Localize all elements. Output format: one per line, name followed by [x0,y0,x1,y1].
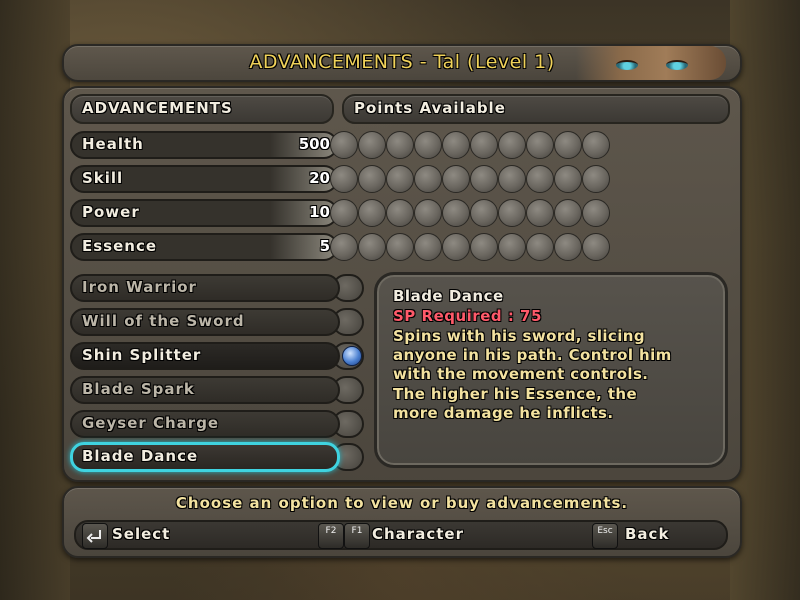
skill-item-geyser-charge[interactable]: Geyser Charge [70,410,364,438]
stat-slots-health [330,131,612,159]
stat-slot-orb [386,165,414,193]
stat-row-essence[interactable]: Essence 5 [70,233,338,261]
footer-hint: Choose an option to view or buy advancem… [175,494,629,512]
stat-slot-orb [582,233,610,261]
stat-slot-orb [526,131,554,159]
stat-slot-orb [414,131,442,159]
stat-row-health[interactable]: Health 500 [70,131,338,159]
stat-slot-orb [554,199,582,227]
skill-description-panel: Blade Dance SP Required : 75 Spins with … [374,272,728,468]
stat-slot-orb [330,233,358,261]
stat-value: 10 [309,203,330,221]
stat-name: Skill [82,169,124,187]
stat-slot-orb [358,131,386,159]
stat-slot-orb [554,233,582,261]
f2-key-icon: F2 [318,523,344,549]
enter-key-icon [82,523,108,549]
skill-name: Blade Spark [82,380,195,398]
section-header: ADVANCEMENTS [70,94,334,124]
stat-slot-orb [582,131,610,159]
stat-slot-orb [554,131,582,159]
section-header-label: ADVANCEMENTS [82,99,233,117]
esc-key-icon: Esc [592,523,618,549]
skill-description-text: Spins with his sword, slicing anyone in … [393,327,723,423]
title-bar: ADVANCEMENTS - Tal (Level 1) [62,44,742,82]
description-line: Spins with his sword, slicing [393,327,645,345]
stat-name: Health [82,135,144,153]
action-bar: Select F2 F1 Character Esc Back [74,520,728,550]
stat-slot-orb [358,233,386,261]
stat-slot-orb [386,131,414,159]
character-action[interactable]: Character [372,525,464,543]
points-available-header: Points Available [342,94,730,124]
skill-item-iron-warrior[interactable]: Iron Warrior [70,274,364,302]
stat-slot-orb [470,233,498,261]
stat-slot-orb [498,131,526,159]
skill-item-will-of-the-sword[interactable]: Will of the Sword [70,308,364,336]
stat-slot-orb [554,165,582,193]
stat-slot-orb [414,199,442,227]
stat-slot-orb [442,199,470,227]
stat-slot-orb [470,199,498,227]
stat-slot-orb [582,199,610,227]
description-line: anyone in his path. Control him [393,346,672,365]
stat-slot-orb [498,199,526,227]
stat-slot-orb [526,165,554,193]
stat-slot-orb [526,199,554,227]
skill-item-blade-spark[interactable]: Blade Spark [70,376,364,404]
stat-slot-orb [470,131,498,159]
stat-slot-orb [386,233,414,261]
stat-slot-orb [498,233,526,261]
skill-name: Shin Splitter [82,346,202,364]
stat-slot-orb [414,233,442,261]
stat-slot-orb [386,199,414,227]
enter-arrow-icon [86,530,101,543]
stat-slot-orb [442,233,470,261]
sp-required: SP Required : 75 [393,307,542,325]
stat-slot-orb [330,131,358,159]
stat-slot-orb [330,199,358,227]
stat-slots-power [330,199,612,227]
stat-slot-orb [330,165,358,193]
stat-slot-orb [358,199,386,227]
stat-name: Power [82,203,140,221]
stat-slots-skill [330,165,612,193]
f1-key-icon: F1 [344,523,370,549]
skill-name: Blade Dance [82,447,199,465]
footer-panel: Choose an option to view or buy advancem… [62,486,742,558]
learned-gem-icon [342,346,362,366]
skill-name: Geyser Charge [82,414,220,432]
stat-value: 20 [309,169,330,187]
stat-slot-orb [526,233,554,261]
back-action[interactable]: Back [625,525,669,543]
description-line: The higher his Essence, the [393,384,638,403]
page-title: ADVANCEMENTS - Tal (Level 1) [249,51,555,73]
description-line: more damage he inflicts. [393,403,614,422]
stat-slot-orb [442,165,470,193]
stat-slot-orb [582,165,610,193]
stat-slot-orb [498,165,526,193]
stat-slot-orb [442,131,470,159]
skill-name: Iron Warrior [82,278,197,296]
stat-row-skill[interactable]: Skill 20 [70,165,338,193]
stat-slot-orb [358,165,386,193]
skill-item-shin-splitter[interactable]: Shin Splitter [70,342,364,370]
skill-name: Will of the Sword [82,312,245,330]
stat-name: Essence [82,237,158,255]
points-available-label: Points Available [354,99,506,117]
skill-description-title: Blade Dance [393,287,504,305]
stat-value: 500 [298,135,330,153]
description-line: with the movement controls. [393,365,649,384]
stat-slots-essence [330,233,612,261]
stat-slot-orb [414,165,442,193]
stat-value: 5 [319,237,330,255]
skill-item-blade-dance[interactable]: Blade Dance [70,442,364,472]
background-pillar-left [0,0,70,600]
stat-row-power[interactable]: Power 10 [70,199,338,227]
stat-slot-orb [470,165,498,193]
select-action[interactable]: Select [112,525,170,543]
